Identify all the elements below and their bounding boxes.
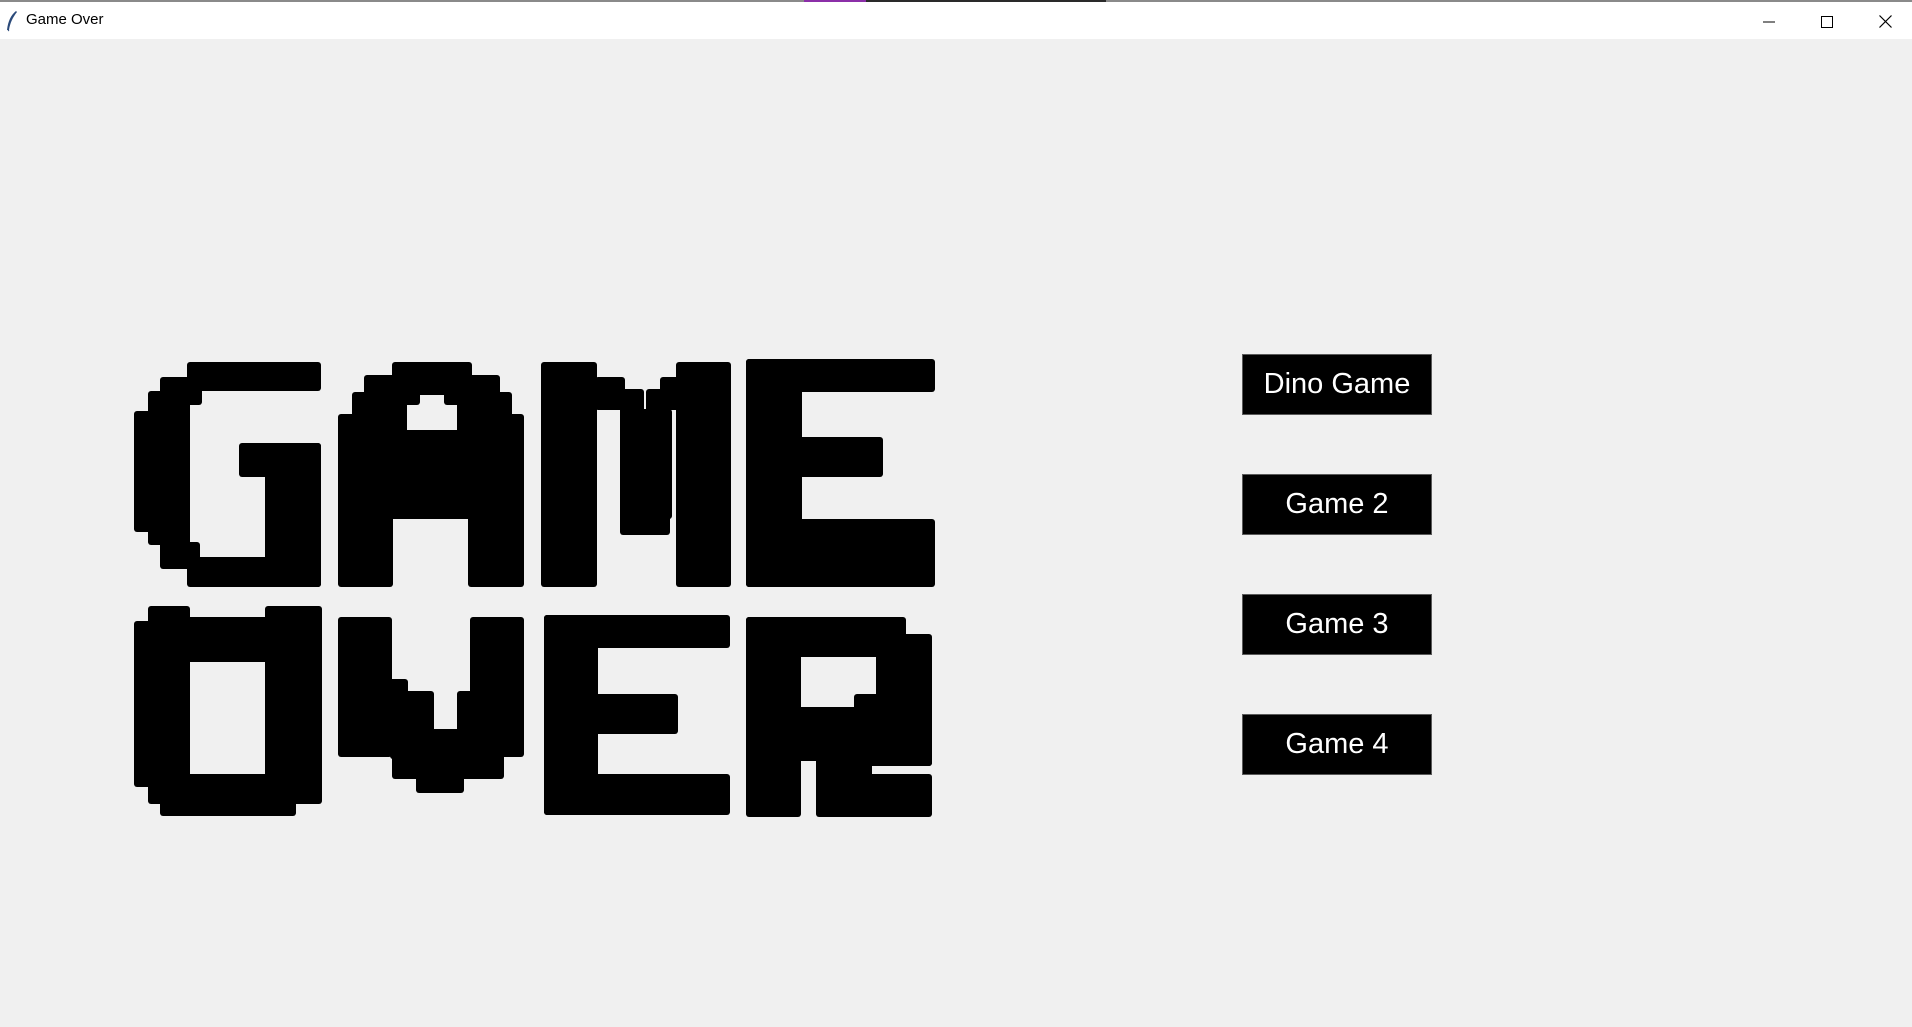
pixel-letter-g — [134, 362, 321, 587]
app-window: Game Over Dino Game Game 2 Game 3 Game 4 — [0, 0, 1912, 1027]
game-4-button[interactable]: Game 4 — [1242, 714, 1432, 775]
close-icon — [1878, 15, 1892, 28]
game-2-button[interactable]: Game 2 — [1242, 474, 1432, 535]
title-bar[interactable]: Game Over — [0, 2, 1912, 39]
window-title: Game Over — [26, 11, 104, 28]
pixel-letter-m — [541, 362, 731, 587]
pixel-letter-v — [338, 617, 524, 793]
game-over-line-2 — [134, 606, 932, 817]
feather-icon — [7, 11, 17, 32]
pixel-letter-a — [338, 362, 524, 587]
pixel-letter-e — [746, 359, 935, 587]
maximize-icon — [1821, 15, 1833, 28]
game-over-line-1 — [134, 359, 935, 587]
minimize-button[interactable] — [1740, 4, 1798, 39]
game-3-button[interactable]: Game 3 — [1242, 594, 1432, 655]
pixel-letter-e — [544, 615, 730, 815]
pixel-letter-o — [134, 606, 322, 816]
close-button[interactable] — [1856, 4, 1912, 39]
minimize-icon — [1763, 21, 1775, 22]
game-over-screen: Dino Game Game 2 Game 3 Game 4 — [0, 39, 1912, 1027]
dino-game-button[interactable]: Dino Game — [1242, 354, 1432, 415]
pixel-letter-r — [746, 617, 932, 817]
maximize-button[interactable] — [1798, 4, 1856, 39]
game-over-heading — [134, 359, 935, 817]
